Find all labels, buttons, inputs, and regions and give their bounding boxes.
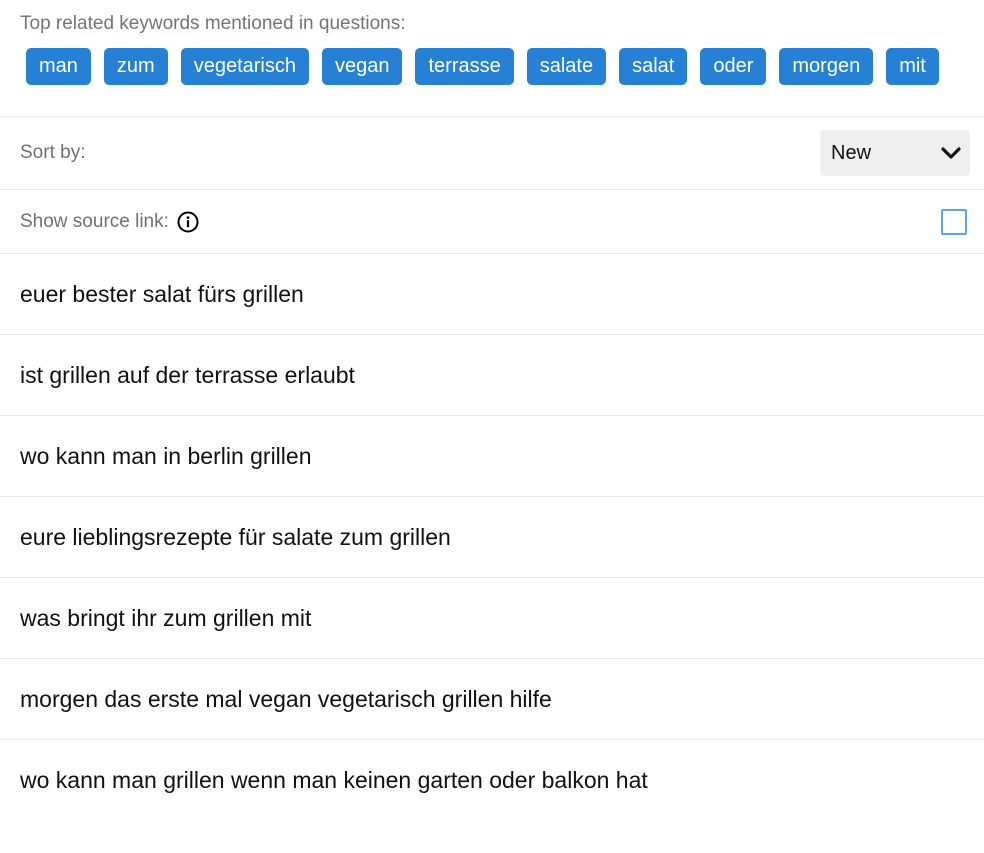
question-item[interactable]: ist grillen auf der terrasse erlaubt	[0, 334, 984, 415]
question-item[interactable]: morgen das erste mal vegan vegetarisch g…	[0, 658, 984, 739]
keywords-section: Top related keywords mentioned in questi…	[0, 0, 984, 116]
sort-selected-value: New	[831, 141, 872, 164]
keyword-chip[interactable]: man	[26, 48, 91, 85]
chevron-down-icon	[941, 147, 961, 159]
source-link-label-wrap: Show source link:	[20, 211, 199, 233]
sort-label: Sort by:	[20, 142, 86, 163]
keyword-chip[interactable]: morgen	[779, 48, 874, 85]
keyword-chip[interactable]: vegetarisch	[180, 48, 309, 85]
keyword-chip[interactable]: salat	[619, 48, 688, 85]
source-link-row: Show source link:	[0, 189, 984, 253]
sort-select[interactable]: New	[820, 130, 970, 176]
keywords-title: Top related keywords mentioned in questi…	[20, 13, 406, 34]
sort-row: Sort by: New	[0, 116, 984, 189]
question-item[interactable]: was bringt ihr zum grillen mit	[0, 577, 984, 658]
keyword-chip[interactable]: zum	[103, 48, 168, 85]
question-item[interactable]: wo kann man in berlin grillen	[0, 415, 984, 496]
question-list: euer bester salat fürs grillen ist grill…	[0, 253, 984, 820]
question-item[interactable]: wo kann man grillen wenn man keinen gart…	[0, 739, 984, 820]
keyword-chip[interactable]: vegan	[321, 48, 403, 85]
question-item[interactable]: eure lieblingsrezepte für salate zum gri…	[0, 496, 984, 577]
source-link-label: Show source link:	[20, 210, 169, 232]
question-item[interactable]: euer bester salat fürs grillen	[0, 253, 984, 334]
keyword-chip[interactable]: mit	[886, 48, 939, 85]
info-icon[interactable]	[177, 211, 199, 233]
keyword-chip[interactable]: terrasse	[415, 48, 514, 85]
keyword-chips: man zum vegetarisch vegan terrasse salat…	[20, 48, 964, 98]
show-source-link-checkbox[interactable]	[941, 208, 967, 235]
keyword-chip[interactable]: salate	[526, 48, 607, 85]
keyword-chip[interactable]: oder	[700, 48, 767, 85]
